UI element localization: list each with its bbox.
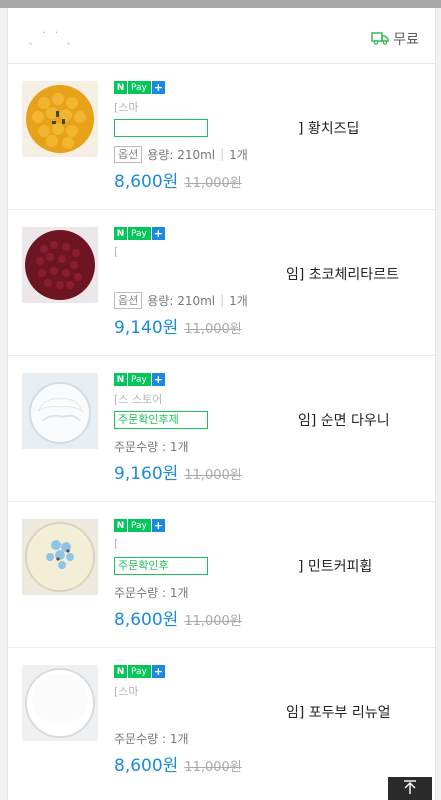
original-price: 11,000원 xyxy=(184,176,242,191)
arrow-up-icon xyxy=(402,779,418,799)
item-info: N Pay + [ 임] 초코체리타르트 옵션 용량: 210ml | 1개 9,1… xyxy=(114,226,425,338)
option-text: 용량: 210ml xyxy=(147,147,216,162)
original-price: 11,000원 xyxy=(184,760,242,775)
seller-name: [스 스토어 xyxy=(114,393,163,406)
seller-name: [ xyxy=(114,537,119,550)
plus-icon: + xyxy=(151,81,165,94)
shipping-label: 무료 xyxy=(393,32,419,48)
item-info: N Pay + [스마 ] 황치즈딥 옵션 용량: 210ml | 1개 8,600… xyxy=(114,80,425,192)
option-tag: 옵션 xyxy=(114,145,143,163)
store-header: ˎ ˙ ˙ ˎ 무료 xyxy=(8,8,435,64)
title-row: 주문확인후 ] 민트커피휩 xyxy=(114,555,425,577)
title-row: 임] 포두부 리뉴얼 xyxy=(114,701,425,723)
product-image[interactable] xyxy=(22,665,98,741)
seller-name: [ xyxy=(114,245,119,258)
list-item[interactable]: N Pay + [스마 ] 황치즈딥 옵션 용량: 210ml | 1개 8,600… xyxy=(8,64,435,210)
price-row: 8,600원 11,000원 xyxy=(114,605,425,630)
shipping-info: 무료 xyxy=(371,29,419,49)
price-row: 9,160원 11,000원 xyxy=(114,459,425,484)
order-badge: 주문확인후제 xyxy=(114,411,208,429)
npay-badge: N Pay + xyxy=(114,518,425,533)
list-item[interactable]: N Pay + [ 주문확인후 ] 민트커피휩 주문수량 : 1개 8,600원 1… xyxy=(8,502,435,648)
list-item[interactable]: N Pay + [스마 임] 포두부 리뉴얼 주문수량 : 1개 8,600원 11… xyxy=(8,648,435,793)
item-info: N Pay + [스 스토어 주문확인후제 임] 순면 다우니 주문수량 : 1개 … xyxy=(114,372,425,484)
seller-name: [스마 xyxy=(114,685,139,698)
sale-price: 9,140원 xyxy=(114,318,179,338)
item-info: N Pay + [스마 임] 포두부 리뉴얼 주문수량 : 1개 8,600원 11… xyxy=(114,664,425,776)
option-row: 옵션 용량: 210ml | 1개 xyxy=(114,145,425,163)
option-text: 용량: 210ml xyxy=(147,293,216,308)
title-row: ] 황치즈딥 xyxy=(114,117,425,139)
order-card: ˎ ˙ ˙ ˎ 무료 N Pay + [스마] 황치즈딥 옵션 용량: 210… xyxy=(7,8,436,800)
option-text: 주문수량 : 1개 xyxy=(114,731,189,746)
plus-icon: + xyxy=(151,519,165,532)
price-row: 9,140원 11,000원 xyxy=(114,313,425,338)
order-badge xyxy=(114,119,208,137)
product-image[interactable] xyxy=(22,519,98,595)
order-badge: 주문확인후 xyxy=(114,557,208,575)
option-row: 주문수량 : 1개 xyxy=(114,729,425,747)
item-info: N Pay + [ 주문확인후 ] 민트커피휩 주문수량 : 1개 8,600원 1… xyxy=(114,518,425,630)
original-price: 11,000원 xyxy=(184,322,242,337)
title-row: 주문확인후제 임] 순면 다우니 xyxy=(114,409,425,431)
scroll-top-button[interactable] xyxy=(388,777,432,800)
truck-icon xyxy=(371,30,389,49)
product-title[interactable]: 임] 초코체리타르트 xyxy=(286,264,399,284)
sale-price: 8,600원 xyxy=(114,756,179,776)
quantity-text: 1개 xyxy=(229,147,248,162)
npay-badge: N Pay + xyxy=(114,80,425,95)
title-row: 임] 초코체리타르트 xyxy=(114,263,425,285)
original-price: 11,000원 xyxy=(184,468,242,483)
store-name[interactable]: ˎ ˙ ˙ ˎ xyxy=(28,31,73,46)
option-row: 주문수량 : 1개 xyxy=(114,583,425,601)
npay-badge: N Pay + xyxy=(114,372,425,387)
option-row: 옵션 용량: 210ml | 1개 xyxy=(114,291,425,309)
list-item[interactable]: N Pay + [ 임] 초코체리타르트 옵션 용량: 210ml | 1개 9,1… xyxy=(8,210,435,356)
product-image[interactable] xyxy=(22,373,98,449)
product-image[interactable] xyxy=(22,227,98,303)
seller-name: [스마 xyxy=(114,101,139,114)
original-price: 11,000원 xyxy=(184,614,242,629)
option-row: 주문수량 : 1개 xyxy=(114,437,425,455)
product-image[interactable] xyxy=(22,81,98,157)
price-row: 8,600원 11,000원 xyxy=(114,167,425,192)
option-text: 주문수량 : 1개 xyxy=(114,585,189,600)
sale-price: 8,600원 xyxy=(114,610,179,630)
npay-badge: N Pay + xyxy=(114,226,425,241)
sale-price: 9,160원 xyxy=(114,464,179,484)
price-row: 8,600원 11,000원 xyxy=(114,751,425,776)
product-title[interactable]: ] 황치즈딥 xyxy=(298,118,359,138)
list-item[interactable]: N Pay + [스 스토어 주문확인후제 임] 순면 다우니 주문수량 : 1개 … xyxy=(8,356,435,502)
product-title[interactable]: ] 민트커피휩 xyxy=(298,556,372,576)
product-title[interactable]: 임] 순면 다우니 xyxy=(298,410,390,430)
quantity-text: 1개 xyxy=(229,293,248,308)
status-top-bar xyxy=(0,0,441,8)
product-title[interactable]: 임] 포두부 리뉴얼 xyxy=(286,702,391,722)
option-tag: 옵션 xyxy=(114,291,143,309)
plus-icon: + xyxy=(151,665,165,678)
sale-price: 8,600원 xyxy=(114,172,179,192)
npay-badge: N Pay + xyxy=(114,664,425,679)
option-text: 주문수량 : 1개 xyxy=(114,439,189,454)
plus-icon: + xyxy=(151,373,165,386)
plus-icon: + xyxy=(151,227,165,240)
